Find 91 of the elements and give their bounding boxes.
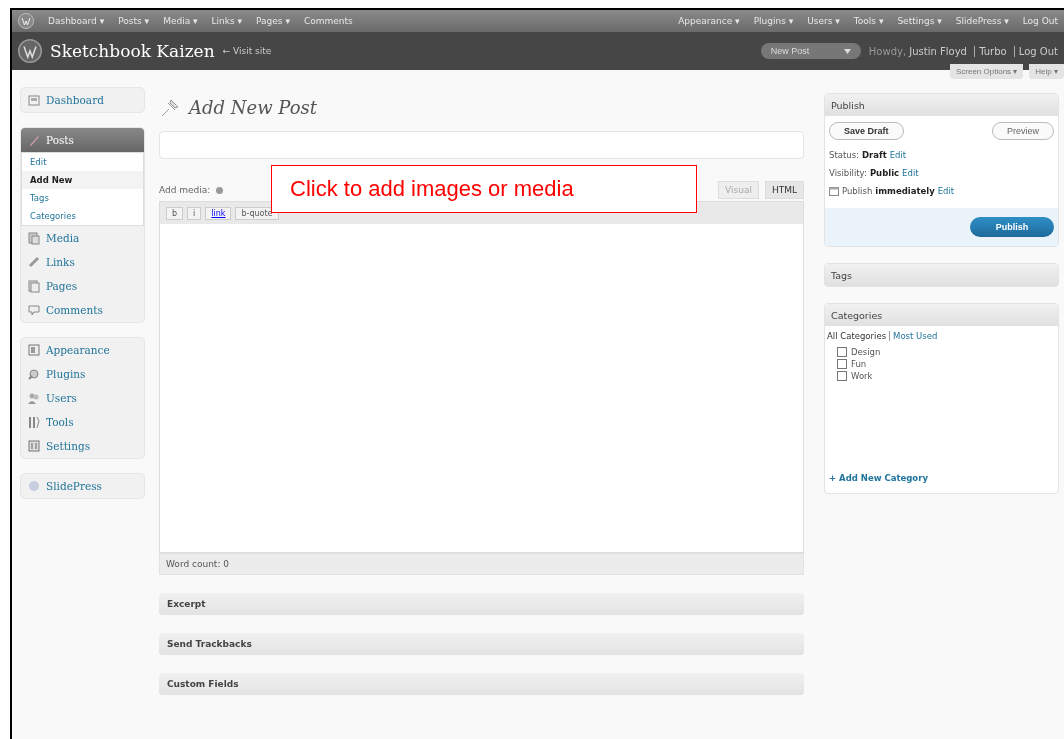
menu-item[interactable]: Links <box>21 250 144 274</box>
status-label: Status: <box>829 150 859 160</box>
panel-title[interactable]: Tags <box>825 264 1058 286</box>
category-label: Work <box>851 371 873 381</box>
admin-bar-link[interactable]: Appearance ▾ <box>678 16 740 26</box>
visit-site-link[interactable]: ← Visit site <box>222 46 272 56</box>
toolbar-button[interactable]: i <box>187 206 202 220</box>
menu-icon <box>27 231 41 245</box>
submenu-item[interactable]: Add New <box>22 171 143 189</box>
menu-icon <box>27 93 41 107</box>
admin-bar-link[interactable]: Links ▾ <box>211 16 243 26</box>
checkbox[interactable] <box>837 371 847 381</box>
menu-icon <box>27 479 41 493</box>
logo-icon <box>18 39 42 63</box>
status-label: Publish <box>842 186 873 196</box>
edit-link[interactable]: Edit <box>902 168 919 178</box>
edit-link[interactable]: Edit <box>889 150 907 160</box>
menu-item[interactable]: Appearance <box>21 338 144 362</box>
admin-bar-link[interactable]: Dashboard ▾ <box>48 16 105 26</box>
menu-icon <box>27 391 41 405</box>
panel-title: Publish <box>825 94 1058 116</box>
menu-item[interactable]: Settings <box>21 434 144 458</box>
editor-tab[interactable]: HTML <box>764 181 804 199</box>
admin-bar-link[interactable]: Pages ▾ <box>256 16 290 26</box>
toolbar-button[interactable]: b <box>166 206 184 220</box>
status-value: immediately <box>875 186 935 196</box>
user-link[interactable]: Justin Floyd <box>909 45 967 57</box>
category-label: Fun <box>851 359 867 369</box>
menu-item[interactable]: Comments <box>21 298 144 322</box>
word-count: Word count: 0 <box>159 553 804 575</box>
caret-icon <box>843 48 851 54</box>
screen-options-tab[interactable]: Help ▾ <box>1029 64 1064 79</box>
submenu-item[interactable]: Edit <box>22 153 143 171</box>
admin-bar-link[interactable]: Comments <box>303 16 353 26</box>
preview-button[interactable]: Preview <box>992 122 1054 140</box>
add-category-link[interactable]: + Add New Category <box>825 467 1058 493</box>
admin-bar-link[interactable]: Log Out <box>1022 16 1058 26</box>
category-tab[interactable]: All Categories <box>827 331 887 341</box>
metabox-header[interactable]: Custom Fields <box>159 673 804 695</box>
site-title: Sketchbook Kaizen <box>50 41 215 61</box>
menu-icon <box>27 133 41 147</box>
callout: Click to add images or media <box>271 165 697 213</box>
menu-item[interactable]: Users <box>21 386 144 410</box>
category-tab[interactable]: Most Used <box>889 331 938 341</box>
admin-bar-link[interactable]: Settings ▾ <box>897 16 942 26</box>
checkbox[interactable] <box>837 359 847 369</box>
admin-bar-link[interactable]: Media ▾ <box>163 16 198 26</box>
menu-item[interactable]: SlidePress <box>21 474 144 498</box>
logo-icon <box>18 13 34 29</box>
admin-bar-link[interactable]: Users ▾ <box>807 16 840 26</box>
publish-button[interactable]: Publish <box>970 217 1054 237</box>
submenu-item[interactable]: Categories <box>22 207 143 225</box>
howdy-text: Howdy, <box>868 45 907 57</box>
menu-item[interactable]: Dashboard <box>21 88 144 112</box>
save-draft-button[interactable]: Save Draft <box>829 122 904 140</box>
admin-bar-link[interactable]: Plugins ▾ <box>753 16 794 26</box>
add-media-label: Add media: <box>159 185 211 195</box>
screen-options-tab[interactable]: Screen Options ▾ <box>949 64 1024 79</box>
menu-icon <box>27 415 41 429</box>
admin-bar-link[interactable]: Tools ▾ <box>853 16 884 26</box>
menu-icon <box>27 439 41 453</box>
page-title: Add New Post <box>189 96 317 118</box>
toolbar-button[interactable]: link <box>205 206 232 220</box>
menu-item[interactable]: Media <box>21 226 144 250</box>
checkbox[interactable] <box>837 347 847 357</box>
menu-icon <box>27 343 41 357</box>
status-value: Public <box>869 168 900 178</box>
log-out-link[interactable]: Log Out <box>1013 45 1058 57</box>
submenu-item[interactable]: Tags <box>22 189 143 207</box>
menu-item[interactable]: Pages <box>21 274 144 298</box>
editor-area[interactable]: b i link b-quote <box>159 201 804 553</box>
panel-title: Categories <box>825 304 1058 326</box>
menu-icon <box>27 255 41 269</box>
admin-bar-link[interactable]: Posts ▾ <box>118 16 150 26</box>
menu-item[interactable]: Plugins <box>21 362 144 386</box>
menu-item[interactable]: Tools <box>21 410 144 434</box>
new-post-dropdown[interactable]: New Post <box>760 43 861 59</box>
admin-bar-link[interactable]: SlidePress ▾ <box>955 16 1009 26</box>
menu-icon <box>27 279 41 293</box>
menu-icon <box>27 303 41 317</box>
edit-link[interactable]: Edit <box>937 186 955 196</box>
menu-icon <box>27 367 41 381</box>
turbo-link[interactable]: Turbo <box>974 45 1007 57</box>
calendar-icon <box>829 186 839 196</box>
menu-item[interactable]: Posts <box>21 128 144 152</box>
metabox-header[interactable]: Excerpt <box>159 593 804 615</box>
status-label: Visibility: <box>829 168 867 178</box>
metabox-header[interactable]: Send Trackbacks <box>159 633 804 655</box>
category-label: Design <box>851 347 881 357</box>
status-value: Draft <box>861 150 887 160</box>
title-field[interactable] <box>159 131 804 159</box>
